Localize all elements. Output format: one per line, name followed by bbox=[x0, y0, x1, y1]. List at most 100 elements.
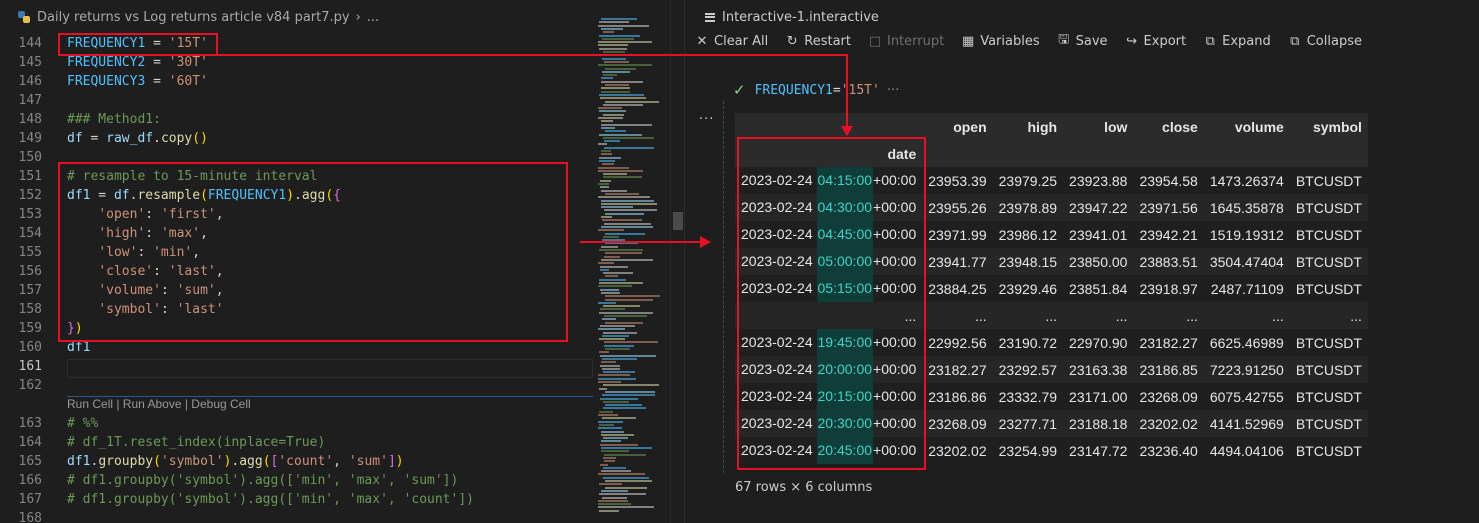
minimap-line bbox=[603, 176, 642, 179]
index-time: 19:45:00 bbox=[816, 329, 874, 356]
cell-open: 23953.39 bbox=[922, 167, 993, 194]
minimap-line bbox=[603, 437, 628, 440]
table-row: 2023-02-24 04:45:00+00:00 23971.99 23986.1… bbox=[735, 221, 1368, 248]
code-line[interactable]: 148 ### Method1: bbox=[0, 110, 592, 129]
restart-button[interactable]: ↻ Restart bbox=[785, 34, 851, 49]
code-token: 'close' bbox=[98, 264, 154, 279]
minimap-line bbox=[601, 489, 628, 492]
line-source: # %% bbox=[42, 414, 98, 433]
code-token: , bbox=[215, 207, 224, 222]
code-line[interactable]: 144 FREQUENCY1 = '15T' bbox=[0, 34, 592, 53]
code-line[interactable]: 149 df = raw_df.copy() bbox=[0, 129, 592, 148]
variables-icon: ▦ bbox=[962, 33, 975, 49]
code-line[interactable]: 153 'open': 'first', bbox=[0, 205, 592, 224]
code-token: FREQUENCY1 bbox=[67, 36, 146, 51]
code-line[interactable]: 147 bbox=[0, 91, 592, 110]
variables-button[interactable]: ▦ Variables bbox=[961, 33, 1040, 49]
minimap-line bbox=[600, 97, 646, 100]
minimap-line bbox=[603, 51, 625, 53]
line-source: df = raw_df.copy() bbox=[42, 129, 208, 148]
column-header-volume: volume bbox=[1203, 113, 1290, 140]
export-label: Export bbox=[1143, 33, 1187, 49]
code-line[interactable]: 154 'high': 'max', bbox=[0, 224, 592, 243]
cell-close: 23182.27 bbox=[1133, 329, 1204, 356]
code-line[interactable]: 168 bbox=[0, 509, 592, 523]
minimap-line bbox=[605, 84, 629, 86]
scrollbar-thumb[interactable] bbox=[673, 212, 683, 230]
code-token: = bbox=[82, 131, 107, 146]
code-line[interactable]: 167 # df1.groupby('symbol').agg(['min', '… bbox=[0, 490, 592, 509]
index-timezone: +00:00 bbox=[873, 226, 917, 242]
code-token: = bbox=[145, 36, 169, 51]
save-button[interactable]: 🖫 Save bbox=[1057, 32, 1107, 49]
interactive-tab[interactable]: Interactive-1.interactive bbox=[705, 8, 879, 26]
code-line[interactable]: 146 FREQUENCY3 = '60T' bbox=[0, 72, 592, 91]
code-line[interactable]: 162 bbox=[0, 376, 592, 395]
code-line[interactable]: 158 'symbol': 'last' bbox=[0, 300, 592, 319]
clear-all-button[interactable]: ✕ Clear All bbox=[695, 34, 769, 49]
minimap-line bbox=[601, 430, 624, 433]
minimap-line bbox=[605, 212, 644, 215]
minimap-line bbox=[602, 334, 629, 337]
interrupt-button[interactable]: □ Interrupt bbox=[868, 34, 944, 49]
line-source: # df1.groupby('symbol').agg(['min', 'max… bbox=[42, 490, 474, 509]
code-token: FREQUENCY2 bbox=[67, 55, 146, 70]
cell-symbol: BTCUSDT bbox=[1289, 329, 1368, 356]
breadcrumb-file[interactable]: Daily returns vs Log returns article v84… bbox=[37, 10, 350, 25]
minimap-line bbox=[599, 509, 619, 512]
cell-open: 22992.56 bbox=[922, 329, 993, 356]
export-button[interactable]: ↪ Export bbox=[1125, 33, 1187, 49]
code-editor[interactable]: Daily returns vs Log returns article v84… bbox=[0, 0, 684, 523]
minimap-line bbox=[601, 470, 631, 473]
index-timezone: +00:00 bbox=[873, 442, 917, 458]
line-source: 'open': 'first', bbox=[42, 205, 224, 224]
minimap[interactable] bbox=[598, 18, 670, 518]
line-number: 148 bbox=[18, 112, 42, 127]
expand-button[interactable]: ⧉ Expand bbox=[1203, 34, 1270, 49]
editor-scrollbar[interactable] bbox=[670, 0, 684, 523]
cell-high: 23948.15 bbox=[992, 248, 1064, 275]
cell-volume: 4494.04106 bbox=[1203, 437, 1290, 464]
code-token: 'last' bbox=[168, 264, 216, 279]
code-line[interactable]: 157 'volume': 'sum', bbox=[0, 281, 592, 300]
code-line[interactable]: 163 # %% bbox=[0, 414, 592, 433]
minimap-line bbox=[599, 351, 609, 354]
cell-low: 23171.00 bbox=[1063, 383, 1134, 410]
minimap-line bbox=[604, 209, 657, 212]
code-line[interactable]: 155 'low': 'min', bbox=[0, 243, 592, 262]
cell-symbol: BTCUSDT bbox=[1289, 437, 1368, 464]
output-more-icon[interactable]: ··· bbox=[699, 112, 714, 127]
cell-low: 23923.88 bbox=[1063, 167, 1134, 194]
code-area[interactable]: 144 FREQUENCY1 = '15T' 145 FREQUENCY2 = '30… bbox=[0, 34, 592, 523]
minimap-line bbox=[603, 305, 640, 308]
code-line[interactable]: 159}) bbox=[0, 319, 592, 338]
collapse-button[interactable]: ⧉ Collapse bbox=[1288, 34, 1362, 49]
column-header-open: open bbox=[922, 113, 993, 140]
code-line[interactable]: 165 df1.groupby('symbol').agg(['count', '… bbox=[0, 452, 592, 471]
code-line[interactable]: 152 df1 = df.resample(FREQUENCY1).agg({ bbox=[0, 186, 592, 205]
cell-close: 23954.58 bbox=[1133, 167, 1204, 194]
index-date: 2023-02-24 bbox=[741, 253, 813, 269]
minimap-line bbox=[599, 133, 642, 136]
minimap-line bbox=[598, 301, 616, 304]
code-line[interactable]: 151 # resample to 15-minute interval bbox=[0, 167, 592, 186]
code-line[interactable]: 156 'close': 'last', bbox=[0, 262, 592, 281]
code-line[interactable]: 160 df1 bbox=[0, 338, 592, 357]
index-time: 20:15:00 bbox=[816, 383, 874, 410]
code-line[interactable]: 150 bbox=[0, 148, 592, 167]
minimap-line bbox=[598, 196, 650, 199]
code-token: raw_df bbox=[106, 131, 154, 146]
index-date: 2023-02-24 bbox=[741, 226, 813, 242]
codelens-run-cell[interactable]: Run Cell | Run Above | Debug Cell bbox=[0, 395, 592, 414]
minimap-line bbox=[605, 390, 655, 393]
breadcrumb-symbol[interactable]: ... bbox=[367, 10, 379, 25]
cell-separator bbox=[67, 396, 593, 397]
cell-more-icon[interactable]: ··· bbox=[887, 83, 899, 98]
cell-symbol: ... bbox=[1289, 302, 1368, 329]
code-line[interactable]: 166 # df1.groupby('symbol').agg(['min', '… bbox=[0, 471, 592, 490]
line-number: 152 bbox=[18, 188, 42, 203]
minimap-line bbox=[600, 364, 620, 367]
cell-input-summary[interactable]: ✓ FREQUENCY1 = '15T' ··· bbox=[733, 80, 899, 100]
code-line[interactable]: 164 # df_1T.reset_index(inplace=True) bbox=[0, 433, 592, 452]
